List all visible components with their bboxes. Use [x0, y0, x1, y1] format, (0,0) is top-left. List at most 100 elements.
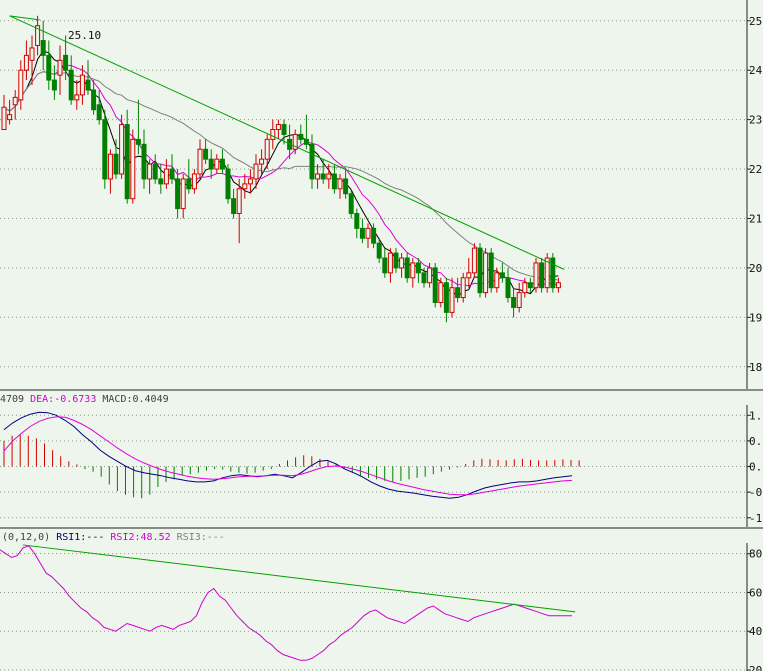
macd-legend: 4709 DEA:-0.6733 MACD:0.4049 — [0, 394, 169, 405]
rsi-tick-label: 80 — [749, 548, 762, 561]
candle-body — [303, 138, 309, 145]
candle-body — [96, 104, 102, 121]
candle-body — [119, 124, 125, 175]
candle-body — [1, 106, 7, 131]
candle-body — [113, 153, 119, 175]
candle-body — [432, 267, 438, 304]
candle-body — [527, 282, 533, 289]
price-y-axis: 25. 24. 23. 22. 21. 20. 19. 18. — [747, 15, 763, 374]
macd-legend-dea: DEA:-0.6733 — [30, 394, 96, 405]
candle-body — [264, 138, 270, 160]
candle-body — [354, 213, 360, 229]
candle-body — [163, 168, 169, 185]
candle-body — [175, 178, 181, 210]
candle-body — [382, 257, 388, 274]
candle-body — [124, 124, 130, 200]
candle-body — [225, 168, 231, 200]
candle-body — [320, 173, 326, 180]
candle-body — [186, 178, 192, 190]
candle-body — [477, 247, 483, 294]
candle-body — [214, 158, 220, 170]
candle-body — [494, 272, 500, 289]
rsi-line-RSI2 — [0, 545, 572, 661]
candle-body — [68, 69, 74, 101]
candle-body — [247, 178, 253, 185]
candle-body — [79, 74, 85, 96]
rsi-legend-params: (0,12,0) — [2, 532, 50, 543]
candle-body — [253, 163, 259, 180]
chart-canvas: 25. 24. 23. 22. 21. 20. 19. 18. 25.10 1.0 0.5 0.0… — [0, 0, 763, 671]
candle-body — [427, 267, 433, 284]
candle-body — [488, 252, 494, 289]
candle-body — [236, 188, 242, 215]
candle-body — [63, 54, 69, 71]
candle-body — [141, 143, 147, 180]
rsi-tick-label: 60 — [749, 586, 762, 599]
rsi-tick-label: 20 — [749, 664, 762, 671]
candle-body — [29, 47, 35, 61]
rsi-legend-rsi1: RSI1:--- — [56, 532, 104, 543]
candle-body — [516, 292, 522, 308]
candle-body — [550, 257, 556, 289]
candle-body — [231, 198, 237, 215]
macd-line-0 — [3, 411, 573, 499]
candle-body — [57, 59, 63, 76]
rsi-legend-rsi3: RSI3:--- — [177, 532, 225, 543]
price-gridlines — [0, 20, 747, 368]
rsi-tick-label: 40 — [749, 625, 762, 638]
rsi-gridlines — [0, 553, 747, 671]
candle-body — [376, 242, 382, 259]
macd-line-1 — [3, 416, 573, 496]
candle-body — [359, 227, 365, 239]
candle-body — [309, 143, 315, 180]
candle-body — [130, 138, 136, 200]
rsi-trendline — [22, 544, 576, 613]
candle-body — [74, 94, 80, 101]
candle-body — [555, 282, 561, 289]
candle-body — [203, 148, 209, 160]
rsi-lines — [0, 545, 572, 661]
candle-body — [421, 272, 427, 284]
candle-body — [270, 129, 276, 140]
candle-body — [348, 193, 354, 215]
candle-body — [331, 173, 337, 190]
candle-body — [18, 69, 24, 101]
candle-body — [208, 158, 214, 170]
rsi-legend-rsi2: RSI2:48.52 — [110, 532, 170, 543]
price-tick-label: 19. — [749, 311, 763, 324]
candle-body — [191, 173, 197, 190]
candle-body — [275, 124, 281, 131]
candle-body — [443, 282, 449, 313]
candle-body — [337, 178, 343, 190]
macd-tick-label: 1.0 — [749, 409, 763, 422]
candle-body — [365, 227, 371, 239]
macd-tick-label: -0. — [749, 486, 763, 499]
price-trendline — [9, 15, 565, 270]
macd-legend-macd: MACD:0.4049 — [102, 394, 168, 405]
price-tick-label: 21. — [749, 212, 763, 225]
candle-body — [91, 89, 97, 111]
candle-body — [102, 119, 108, 180]
candle-body — [242, 183, 248, 190]
candle-body — [505, 277, 511, 299]
candle-body — [259, 158, 265, 165]
candle-body — [197, 148, 203, 175]
candle-body — [404, 257, 410, 279]
candle-body — [326, 173, 332, 180]
candle-body — [147, 163, 153, 180]
candle-body — [281, 124, 287, 135]
candle-body — [107, 153, 113, 180]
candle-body — [466, 272, 472, 279]
panel-frames — [0, 0, 763, 671]
macd-legend-fragment: 4709 — [0, 394, 24, 405]
candle-body — [499, 272, 505, 279]
candle-body — [298, 133, 304, 140]
candle-body — [387, 252, 393, 274]
candle-body — [511, 297, 517, 308]
candle-body — [180, 178, 186, 210]
price-tick-label: 24. — [749, 64, 763, 77]
candle-body — [371, 227, 377, 244]
candle-body — [533, 262, 539, 289]
macd-tick-label: -1. — [749, 512, 763, 525]
candle-body — [410, 262, 416, 279]
